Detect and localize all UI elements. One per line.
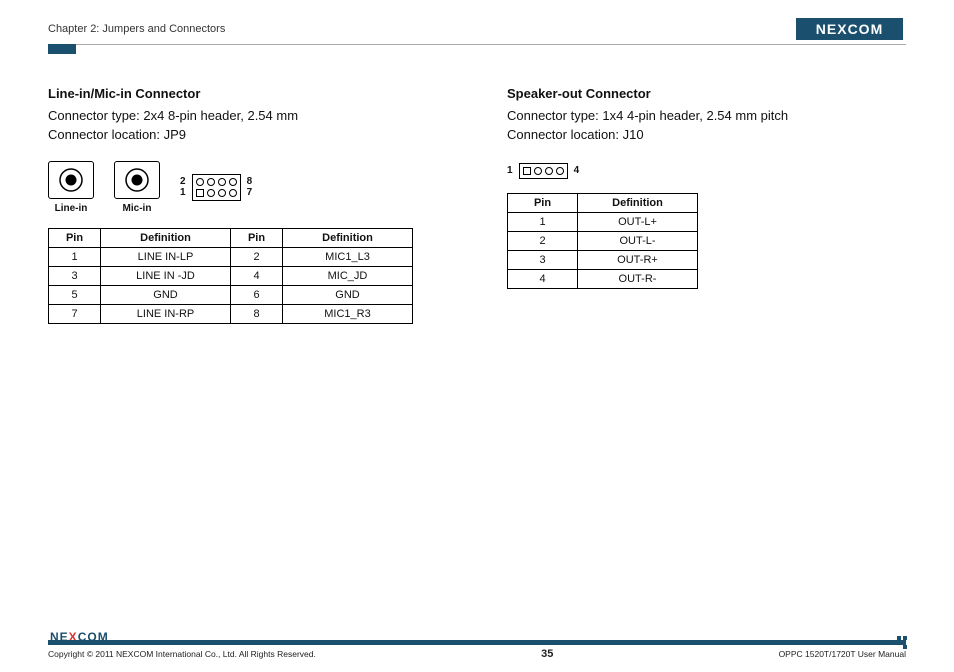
mic-in-label: Mic-in (123, 203, 152, 214)
pin-table-right: Pin Definition 1OUT-L+ 2OUT-L- 3OUT-R+ 4… (507, 193, 698, 289)
section-line-in-mic-in: Line-in/Mic-in Connector Connector type:… (48, 86, 447, 324)
connector-type: Connector type: 1x4 4-pin header, 2.54 m… (507, 107, 906, 126)
connector-location: Connector location: J10 (507, 126, 906, 145)
table-row: 3LINE IN -JD4MIC_JD (49, 266, 413, 285)
col-definition: Definition (283, 228, 413, 247)
section-title: Line-in/Mic-in Connector (48, 86, 447, 101)
table-row: 4OUT-R- (508, 269, 698, 288)
col-pin: Pin (231, 228, 283, 247)
pin-label-8: 8 (247, 176, 253, 187)
manual-name: OPPC 1520T/1720T User Manual (779, 649, 906, 659)
table-row: 2OUT-L- (508, 231, 698, 250)
pin-label-4: 4 (574, 165, 580, 176)
mic-in-jack-icon (114, 161, 160, 199)
pin-label-1: 1 (180, 187, 186, 198)
table-row: 7LINE IN-RP8MIC1_R3 (49, 304, 413, 323)
tab-mark (48, 44, 76, 54)
col-pin: Pin (508, 193, 578, 212)
copyright-text: Copyright © 2011 NEXCOM International Co… (48, 649, 316, 659)
brand-logo-top: NEXCOM (796, 18, 906, 40)
pin-header-2x4-icon: 2 1 8 7 (180, 174, 252, 201)
chapter-title: Chapter 2: Jumpers and Connectors (48, 23, 225, 35)
pin-table-left: Pin Definition Pin Definition 1LINE IN-L… (48, 228, 413, 324)
connector-location: Connector location: JP9 (48, 126, 447, 145)
divider-top (48, 44, 906, 45)
page-number: 35 (541, 648, 553, 660)
pin-label-7: 7 (247, 187, 253, 198)
pin-header-1x4-icon: 1 4 (507, 163, 906, 179)
line-in-label: Line-in (55, 203, 88, 214)
table-row: 1OUT-L+ (508, 212, 698, 231)
col-pin: Pin (49, 228, 101, 247)
section-speaker-out: Speaker-out Connector Connector type: 1x… (507, 86, 906, 324)
line-in-jack-icon (48, 161, 94, 199)
pin-label-2: 2 (180, 176, 186, 187)
page-footer: NEXCOM Copyright © 2011 NEXCOM Internati… (48, 640, 906, 660)
pin-label-1: 1 (507, 165, 513, 176)
section-title: Speaker-out Connector (507, 86, 906, 101)
connector-type: Connector type: 2x4 8-pin header, 2.54 m… (48, 107, 447, 126)
table-row: 5GND6GND (49, 285, 413, 304)
col-definition: Definition (578, 193, 698, 212)
table-row: 3OUT-R+ (508, 250, 698, 269)
table-row: 1LINE IN-LP2MIC1_L3 (49, 247, 413, 266)
col-definition: Definition (101, 228, 231, 247)
